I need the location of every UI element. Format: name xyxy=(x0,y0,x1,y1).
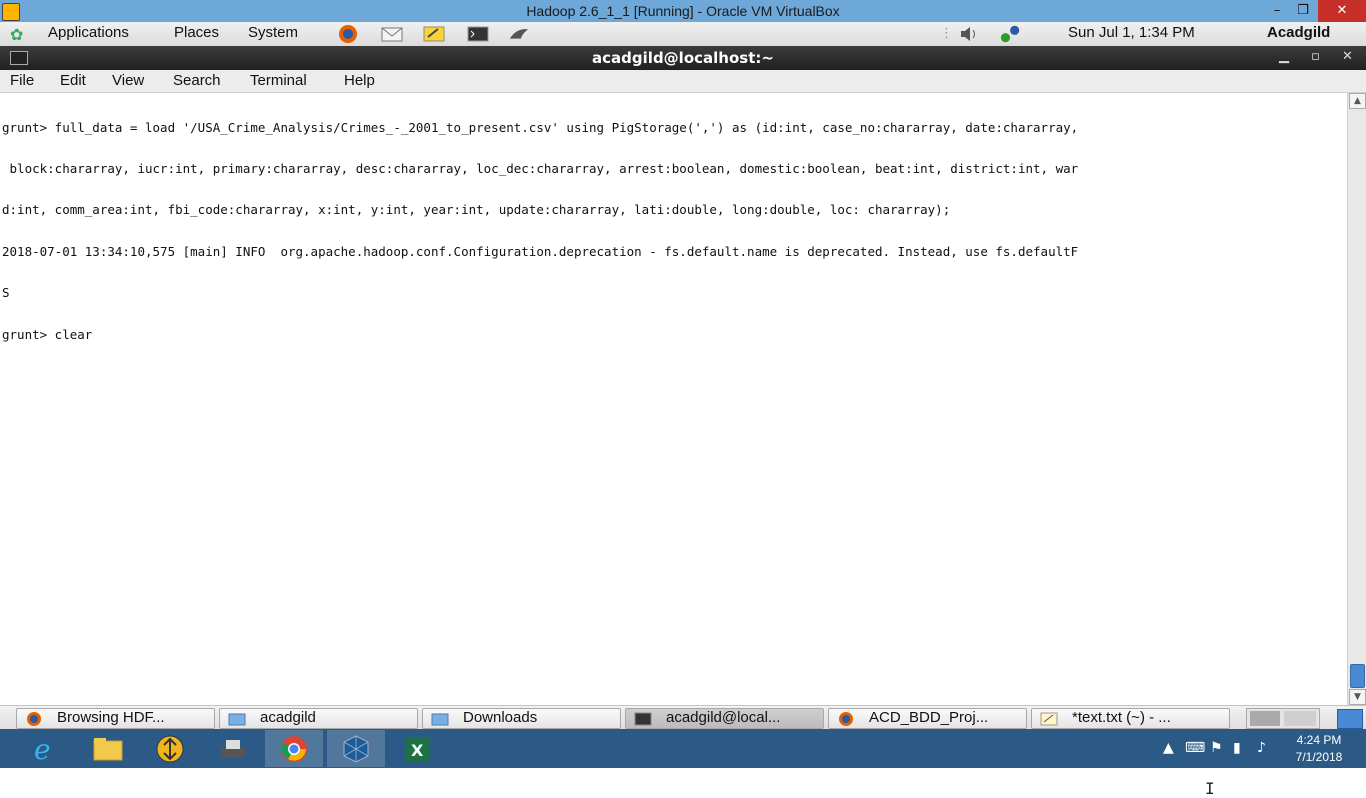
scrollbar-thumb[interactable] xyxy=(1350,664,1365,688)
task-downloads[interactable]: Downloads xyxy=(422,708,621,729)
notes-icon[interactable] xyxy=(423,24,445,44)
home-folder-icon xyxy=(228,711,246,726)
terminal-line: 2018-07-01 13:34:10,575 [main] INFO org.… xyxy=(2,243,1079,259)
system-menu[interactable]: System xyxy=(248,24,298,41)
menu-help[interactable]: Help xyxy=(344,72,375,89)
user-menu[interactable]: Acadgild xyxy=(1267,24,1330,41)
virtualbox-window-title: Hadoop 2.6_1_1 [Running] - Oracle VM Vir… xyxy=(526,3,840,19)
network-icon[interactable] xyxy=(1000,24,1022,44)
terminal-minimize-button[interactable]: ▁ xyxy=(1279,49,1289,64)
task-label: ACD_BDD_Proj... xyxy=(869,709,989,726)
windows-taskbar: e X ▲ ⌨ ⚑ ▮ ♪ 4:24 PM 7/1/2018 xyxy=(0,729,1366,768)
scroll-down-arrow-icon[interactable]: ▼ xyxy=(1349,689,1366,705)
terminal-scrollbar[interactable]: ▲ ▼ xyxy=(1347,93,1366,705)
terminal-line: grunt> clear xyxy=(2,326,93,342)
mail-icon[interactable] xyxy=(381,24,403,44)
gnome-bottom-panel: Browsing HDF... acadgild Downloads acadg… xyxy=(0,705,1366,730)
taskbar-clock-time[interactable]: 4:24 PM xyxy=(1294,733,1344,747)
pidgin-icon[interactable] xyxy=(508,24,530,44)
panel-clock[interactable]: Sun Jul 1, 1:34 PM xyxy=(1068,24,1195,41)
gnome-foot-icon: ✿ xyxy=(10,25,24,44)
terminal-maximize-button[interactable]: ▫ xyxy=(1311,49,1320,64)
places-menu[interactable]: Places xyxy=(174,24,219,41)
folder-icon xyxy=(431,711,449,726)
speaker-icon[interactable]: ♪ xyxy=(1257,740,1266,756)
scroll-up-arrow-icon[interactable]: ▲ xyxy=(1349,93,1366,109)
excel-icon[interactable]: X xyxy=(389,730,447,767)
svg-text:X: X xyxy=(411,741,424,760)
task-label: Browsing HDF... xyxy=(57,709,165,726)
svg-text:e: e xyxy=(34,734,51,764)
close-button[interactable]: ✕ xyxy=(1318,0,1366,22)
firefox-icon xyxy=(837,711,855,726)
show-desktop-icon[interactable] xyxy=(1337,709,1363,729)
task-text-editor[interactable]: *text.txt (~) - ... xyxy=(1031,708,1230,729)
menu-edit[interactable]: Edit xyxy=(60,72,86,89)
firefox-icon[interactable] xyxy=(337,24,359,44)
task-acadgild-folder[interactable]: acadgild xyxy=(219,708,418,729)
chrome-icon[interactable] xyxy=(265,730,323,767)
app-icon[interactable] xyxy=(141,730,199,767)
menu-terminal[interactable]: Terminal xyxy=(250,72,307,89)
restore-button[interactable]: ❐ xyxy=(1290,0,1316,22)
terminal-menubar: File Edit View Search Terminal Help xyxy=(0,70,1366,93)
workspace-2[interactable] xyxy=(1284,711,1316,726)
terminal-icon xyxy=(634,711,652,726)
terminal-icon[interactable] xyxy=(467,24,489,44)
menu-file[interactable]: File xyxy=(10,72,34,89)
terminal-window-title: acadgild@localhost:~ xyxy=(592,49,774,67)
task-terminal[interactable]: acadgild@local... xyxy=(625,708,824,729)
text-cursor-icon: I xyxy=(1205,779,1215,798)
workspace-switcher[interactable] xyxy=(1246,708,1320,729)
scanner-icon[interactable] xyxy=(204,730,262,767)
menu-search[interactable]: Search xyxy=(173,72,221,89)
file-explorer-icon[interactable] xyxy=(79,730,137,767)
minimize-button[interactable]: – xyxy=(1264,0,1290,22)
text-editor-icon xyxy=(1040,711,1058,726)
gnome-top-panel: ✿ Applications Places System ⋮ Sun Jul 1… xyxy=(0,22,1366,47)
menu-view[interactable]: View xyxy=(112,72,144,89)
panel-separator: ⋮ xyxy=(940,26,953,41)
terminal-title-bar: acadgild@localhost:~ ▁ ▫ ✕ xyxy=(0,46,1366,70)
terminal-line: d:int, comm_area:int, fbi_code:chararray… xyxy=(2,202,951,218)
terminal-line: S xyxy=(2,285,10,301)
virtualbox-icon[interactable] xyxy=(327,730,385,767)
task-browsing-hdfs[interactable]: Browsing HDF... xyxy=(16,708,215,729)
task-label: acadgild@local... xyxy=(666,709,781,726)
taskbar-clock-date[interactable]: 7/1/2018 xyxy=(1289,750,1349,764)
task-label: *text.txt (~) - ... xyxy=(1072,709,1171,726)
terminal-line: grunt> full_data = load '/USA_Crime_Anal… xyxy=(2,119,1079,135)
terminal-line: block:chararray, iucr:int, primary:chara… xyxy=(2,160,1079,176)
workspace-1[interactable] xyxy=(1250,711,1280,726)
wifi-signal-icon[interactable]: ▮ xyxy=(1233,740,1241,756)
show-hidden-icons-icon[interactable]: ▲ xyxy=(1163,740,1174,756)
keyboard-icon[interactable]: ⌨ xyxy=(1185,740,1205,756)
volume-icon[interactable] xyxy=(958,24,980,44)
action-center-icon[interactable]: ⚑ xyxy=(1210,740,1223,756)
terminal-close-button[interactable]: ✕ xyxy=(1342,49,1353,64)
task-label: Downloads xyxy=(463,709,538,726)
task-label: acadgild xyxy=(260,709,316,726)
terminal-output[interactable]: grunt> full_data = load '/USA_Crime_Anal… xyxy=(0,93,1346,798)
firefox-icon xyxy=(25,711,43,726)
applications-menu[interactable]: Applications xyxy=(48,24,129,41)
virtualbox-title-bar: Hadoop 2.6_1_1 [Running] - Oracle VM Vir… xyxy=(0,0,1366,22)
internet-explorer-icon[interactable]: e xyxy=(16,730,74,767)
task-acd-bdd-project[interactable]: ACD_BDD_Proj... xyxy=(828,708,1027,729)
